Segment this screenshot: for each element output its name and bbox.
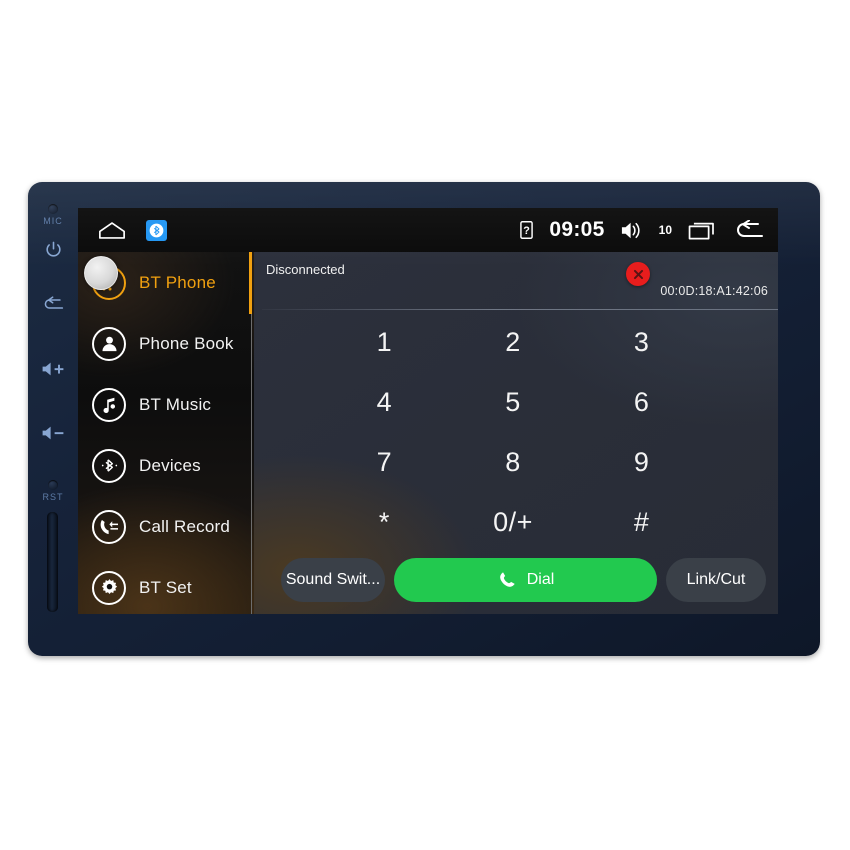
reset-hole-group[interactable]: RST: [28, 480, 78, 502]
keypad-key-6[interactable]: 6: [577, 372, 706, 432]
sidebar-item-label: Call Record: [139, 516, 231, 536]
touch-press-indicator: [84, 256, 118, 290]
back-arrow-icon: [44, 296, 63, 309]
bluetooth-glyph: [101, 459, 117, 472]
sim-card-icon: ?: [520, 221, 534, 239]
rst-label: RST: [42, 492, 64, 502]
keypad-key-8[interactable]: 8: [449, 432, 578, 492]
status-bar-left: [98, 219, 167, 241]
connection-info-strip: Disconnected 00:0D:18:A1:42:06: [254, 252, 778, 310]
sidebar-item-label: BT Phone: [139, 272, 216, 292]
call-log-glyph: [100, 519, 118, 534]
connection-status-text: Disconnected: [266, 262, 345, 277]
volume-down-icon: [42, 426, 64, 440]
volume-down-button[interactable]: [28, 424, 78, 442]
call-log-icon: [92, 509, 126, 544]
car-head-unit-device: MIC RST ? 09:05 10 BT Phone Phone Book B…: [28, 182, 820, 656]
bluetooth-menu-sidebar: BT Phone Phone Book BT Music Devices Cal…: [78, 252, 254, 614]
sidebar-item-label: Phone Book: [139, 333, 234, 353]
music-note-glyph: [103, 397, 116, 413]
sidebar-item-phone-book[interactable]: Phone Book: [78, 313, 252, 374]
sidebar-item-label: BT Set: [139, 577, 192, 597]
dial-keypad: 1 2 3 4 5 6 7 8 9 * 0/+ #: [254, 310, 778, 552]
status-bar-clock: 09:05: [549, 218, 605, 241]
device-left-bezel: MIC RST: [28, 182, 78, 656]
home-icon: [99, 221, 125, 239]
keypad-key-9[interactable]: 9: [577, 432, 706, 492]
dial-label: Dial: [526, 571, 555, 588]
back-arrow-icon: [737, 220, 763, 237]
recents-button[interactable]: [688, 220, 718, 240]
bluetooth-app-button[interactable]: [146, 219, 167, 241]
sidebar-item-bt-phone[interactable]: BT Phone: [78, 252, 252, 313]
volume-up-icon: [42, 362, 64, 376]
keypad-key-7[interactable]: 7: [320, 432, 449, 492]
app-body: BT Phone Phone Book BT Music Devices Cal…: [78, 252, 778, 614]
recents-icon: [688, 222, 714, 240]
sidebar-item-label: Devices: [139, 455, 201, 475]
sidebar-item-bt-music[interactable]: BT Music: [78, 374, 252, 435]
home-button[interactable]: [98, 221, 126, 240]
nav-back-button[interactable]: [734, 220, 764, 240]
back-button[interactable]: [28, 296, 78, 312]
sd-card-slot: [47, 512, 58, 612]
svg-text:?: ?: [524, 225, 531, 237]
sidebar-item-call-record[interactable]: Call Record: [78, 496, 252, 557]
volume-level: 10: [658, 223, 672, 237]
contact-icon: [92, 326, 126, 361]
sidebar-item-label: BT Music: [139, 394, 212, 414]
keypad-key-5[interactable]: 5: [449, 372, 578, 432]
microphone-hole: [48, 204, 58, 214]
close-icon: [633, 269, 643, 279]
touchscreen-display: ? 09:05 10 BT Phone Phone Book BT Music …: [78, 208, 778, 614]
keypad-key-3[interactable]: 3: [577, 312, 706, 372]
mic-hole-group: MIC: [28, 204, 78, 226]
power-button[interactable]: [28, 240, 78, 259]
music-note-icon: [92, 387, 126, 422]
reset-hole: [48, 480, 58, 490]
bt-phone-panel: Disconnected 00:0D:18:A1:42:06 1 2 3 4 5…: [254, 252, 778, 614]
sidebar-item-bt-set[interactable]: BT Set: [78, 557, 252, 614]
link-cut-button[interactable]: Link/Cut: [666, 558, 766, 602]
speaker-icon[interactable]: [621, 221, 643, 240]
dial-action-row: Sound Swit... Dial Link/Cut: [254, 552, 778, 614]
sound-switch-label: Sound Swit...: [285, 571, 381, 588]
keypad-key-star[interactable]: *: [320, 492, 449, 552]
link-cut-label: Link/Cut: [686, 571, 746, 588]
bluetooth-icon: [92, 448, 126, 483]
device-mac-address: 00:0D:18:A1:42:06: [660, 284, 768, 298]
sound-switch-button[interactable]: Sound Swit...: [281, 558, 385, 602]
screenshot-canvas: MIC RST ? 09:05 10 BT Phone Phone Book B…: [0, 0, 850, 850]
keypad-key-2[interactable]: 2: [449, 312, 578, 372]
phone-icon: [499, 571, 515, 587]
keypad-key-hash[interactable]: #: [577, 492, 706, 552]
sidebar-item-devices[interactable]: Devices: [78, 435, 252, 496]
gear-icon: [92, 570, 126, 605]
disconnect-button[interactable]: [626, 262, 650, 286]
keypad-key-zero[interactable]: 0/+: [449, 492, 578, 552]
android-status-bar: ? 09:05 10: [78, 208, 778, 252]
status-bar-right: ? 09:05 10: [520, 218, 764, 242]
power-icon: [45, 241, 61, 257]
gear-glyph: [101, 579, 117, 595]
dial-button[interactable]: Dial: [394, 558, 657, 602]
contact-glyph: [101, 336, 117, 352]
bluetooth-icon: [149, 223, 164, 237]
keypad-key-1[interactable]: 1: [320, 312, 449, 372]
mic-label: MIC: [43, 216, 63, 226]
info-strip-divider: [262, 309, 778, 310]
keypad-key-4[interactable]: 4: [320, 372, 449, 432]
volume-up-button[interactable]: [28, 360, 78, 378]
